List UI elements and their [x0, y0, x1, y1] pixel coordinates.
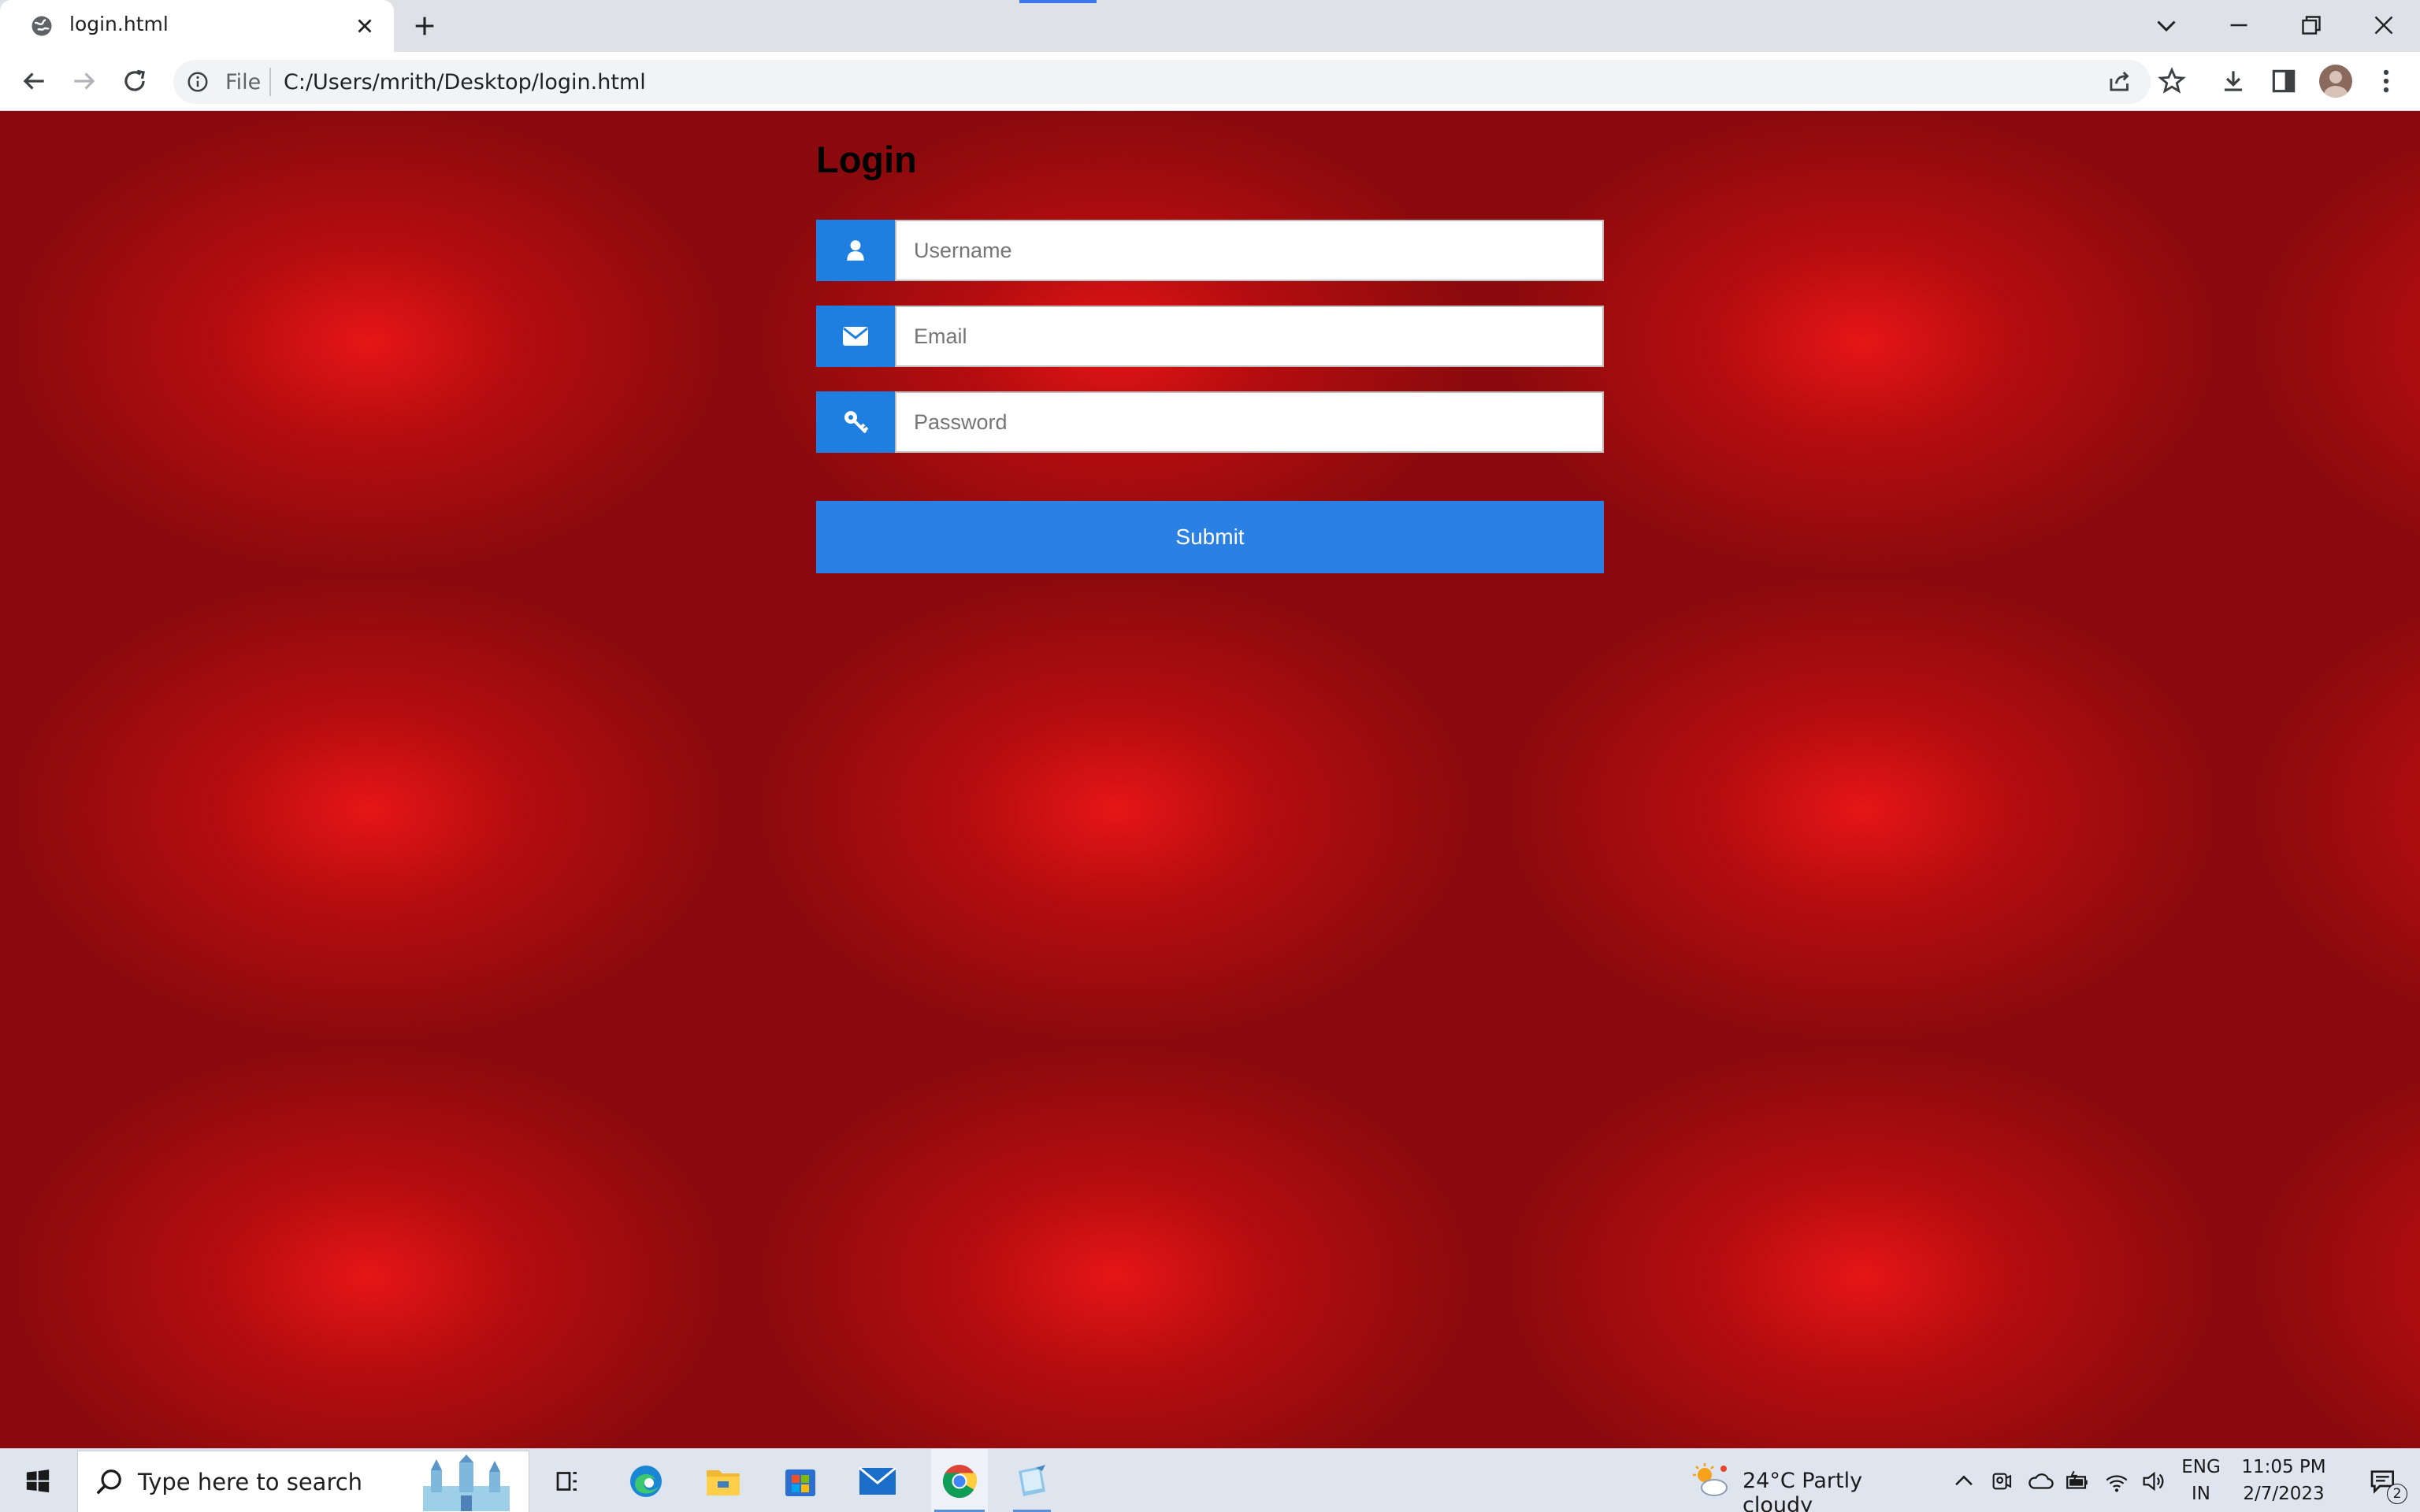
- search-placeholder: Type here to search: [138, 1469, 363, 1495]
- user-icon: [847, 240, 864, 261]
- task-view-button[interactable]: [544, 1449, 591, 1512]
- username-input[interactable]: [895, 220, 1604, 281]
- meet-now-icon[interactable]: [1988, 1468, 2014, 1495]
- minimize-icon[interactable]: [2225, 11, 2253, 39]
- url-scheme-label: File: [225, 70, 262, 94]
- tab-strip: login.html: [0, 0, 2420, 52]
- bookmark-star-icon[interactable]: [2157, 66, 2187, 96]
- notification-center-button[interactable]: 2: [2355, 1449, 2411, 1512]
- search-icon: [96, 1469, 121, 1495]
- key-icon: [844, 411, 869, 434]
- taskbar-file-explorer[interactable]: [700, 1449, 747, 1512]
- show-hidden-icons-chevron-icon[interactable]: [1950, 1468, 1977, 1495]
- url-separator: [269, 68, 271, 96]
- address-bar[interactable]: File C:/Users/mrith/Desktop/login.html: [173, 60, 2151, 104]
- taskbar-search-box[interactable]: Type here to search: [77, 1451, 529, 1512]
- username-icon-box: [816, 220, 895, 281]
- search-highlight-castle-icon: [423, 1455, 510, 1511]
- battery-icon[interactable]: [2064, 1468, 2091, 1495]
- submit-button[interactable]: Submit: [816, 501, 1604, 573]
- restore-icon[interactable]: [2297, 11, 2325, 39]
- task-view-icon: [556, 1471, 577, 1491]
- weather-widget[interactable]: 24°C Partly cloudy: [1691, 1449, 1927, 1512]
- notepad-icon: [1019, 1464, 1045, 1496]
- back-icon[interactable]: [19, 66, 49, 96]
- store-icon: [785, 1469, 815, 1496]
- taskbar-notepad[interactable]: [1007, 1449, 1057, 1512]
- browser-tab-active[interactable]: login.html: [0, 0, 394, 52]
- chrome-browser-icon: [942, 1464, 978, 1498]
- tab-search-chevron-icon[interactable]: [2152, 11, 2181, 39]
- new-tab-icon[interactable]: [411, 13, 438, 39]
- profile-avatar[interactable]: [2319, 65, 2352, 98]
- onedrive-cloud-icon[interactable]: [2026, 1468, 2054, 1495]
- password-group: [816, 391, 1604, 453]
- clock[interactable]: 11:05 PM 2/7/2023: [2233, 1449, 2335, 1512]
- close-window-icon[interactable]: [2370, 11, 2398, 39]
- forward-icon[interactable]: [69, 66, 99, 96]
- weather-text: 24°C Partly cloudy: [1743, 1469, 1863, 1512]
- more-menu-icon[interactable]: [2371, 66, 2401, 96]
- globe-icon: [32, 16, 52, 36]
- download-icon[interactable]: [2218, 66, 2248, 96]
- language-code: ENG: [2181, 1457, 2221, 1477]
- reload-icon[interactable]: [120, 66, 150, 96]
- clock-date: 2/7/2023: [2243, 1484, 2325, 1504]
- url-text[interactable]: C:/Users/mrith/Desktop/login.html: [284, 70, 646, 94]
- taskbar-mail[interactable]: [854, 1449, 901, 1512]
- password-icon-box: [816, 391, 895, 453]
- language-indicator[interactable]: ENG IN: [2179, 1449, 2223, 1512]
- edge-browser-icon: [630, 1465, 662, 1497]
- login-heading: Login: [816, 139, 917, 180]
- tab-loading-indicator: [1019, 0, 1097, 3]
- envelope-icon: [843, 327, 868, 346]
- tab-title: login.html: [69, 13, 169, 35]
- email-input[interactable]: [895, 306, 1604, 367]
- avatar-icon: [2324, 71, 2348, 98]
- windows-taskbar: Type here to search 24°C Partly cloudy E…: [0, 1448, 2420, 1512]
- taskbar-edge[interactable]: [622, 1449, 670, 1512]
- close-tab-icon[interactable]: [353, 14, 377, 38]
- share-icon[interactable]: [2105, 66, 2135, 96]
- page-viewport: Login Username Email Submit: [0, 111, 2420, 1448]
- site-info-icon[interactable]: [186, 70, 210, 94]
- password-input[interactable]: [895, 391, 1604, 453]
- partly-cloudy-icon: [1693, 1462, 1728, 1496]
- taskbar-store[interactable]: [777, 1449, 824, 1512]
- folder-icon: [707, 1469, 740, 1495]
- login-form: Login Username Email Submit: [816, 136, 1604, 573]
- start-button[interactable]: [0, 1449, 76, 1512]
- taskbar-chrome[interactable]: [931, 1449, 988, 1512]
- username-group: [816, 220, 1604, 281]
- notification-count: 2: [2387, 1484, 2407, 1504]
- clock-time: 11:05 PM: [2241, 1457, 2326, 1477]
- wifi-icon[interactable]: [2103, 1468, 2130, 1495]
- windows-logo-icon: [26, 1469, 50, 1492]
- volume-icon[interactable]: [2140, 1468, 2166, 1495]
- email-icon-box: [816, 306, 895, 367]
- side-panel-icon[interactable]: [2269, 66, 2299, 96]
- mail-icon: [859, 1466, 896, 1495]
- email-group: [816, 306, 1604, 367]
- keyboard-region: IN: [2192, 1484, 2210, 1504]
- browser-toolbar: File C:/Users/mrith/Desktop/login.html: [0, 52, 2420, 111]
